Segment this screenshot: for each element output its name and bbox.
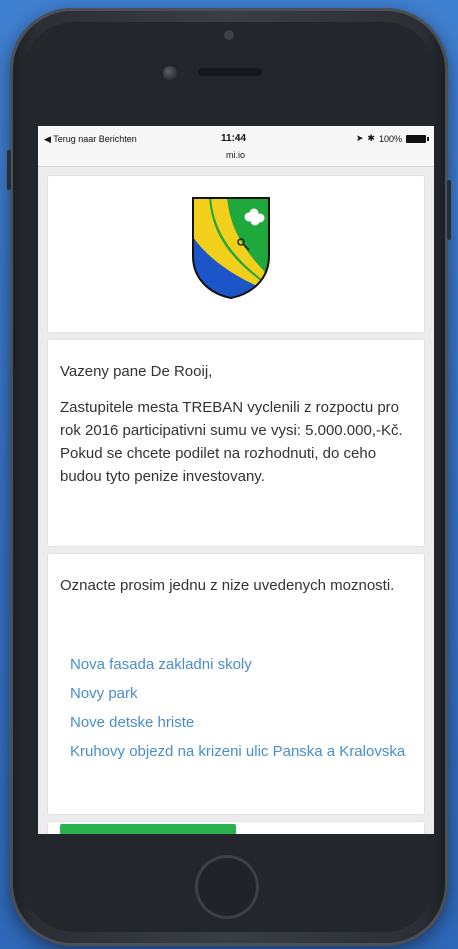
back-to-messages-link[interactable]: ◀ Terug naar Berichten [44, 134, 137, 145]
side-button-left [7, 150, 11, 190]
poll-options: Nova fasada zakladni skoly Novy park Nov… [70, 650, 408, 766]
poll-card: Oznacte prosim jednu z nize uvedenych mo… [48, 554, 424, 814]
poll-option-roundabout[interactable]: Kruhovy objezd na krizeni ulic Panska a … [70, 737, 408, 766]
battery-percent: 100% [378, 133, 402, 144]
submit-button[interactable] [60, 824, 236, 834]
home-button[interactable] [195, 855, 259, 919]
poll-prompt: Oznacte prosim jednu z nize uvedenych mo… [60, 577, 395, 594]
municipal-crest-logo [192, 197, 270, 300]
message-body: Zastupitele mesta TREBAN vyclenili z roz… [60, 399, 403, 485]
status-time: 11:44 [221, 133, 247, 144]
status-indicators: ➤ ✱ 100% [355, 133, 429, 144]
earpiece-speaker [198, 68, 262, 76]
side-button-right [447, 180, 451, 240]
status-bar: ◀ Terug naar Berichten 11:44 mi.io ➤ ✱ 1… [38, 126, 434, 167]
location-arrow-icon: ➤ [355, 133, 364, 143]
logo-card [48, 176, 424, 332]
poll-option-park[interactable]: Novy park [70, 679, 408, 708]
phone-sensor [224, 30, 234, 40]
front-camera-icon [163, 66, 177, 80]
greeting-text: Vazeny pane De Rooij, [60, 363, 213, 380]
poll-option-playground[interactable]: Nove detske hriste [70, 708, 408, 737]
bluetooth-icon: ✱ [367, 133, 375, 143]
message-card: Vazeny pane De Rooij, Zastupitele mesta … [48, 340, 424, 546]
action-card [48, 822, 424, 834]
phone-screen: ◀ Terug naar Berichten 11:44 mi.io ➤ ✱ 1… [38, 126, 434, 834]
battery-icon [406, 134, 429, 143]
page-host: mi.io [226, 150, 246, 160]
poll-option-facade[interactable]: Nova fasada zakladni skoly [70, 650, 408, 679]
